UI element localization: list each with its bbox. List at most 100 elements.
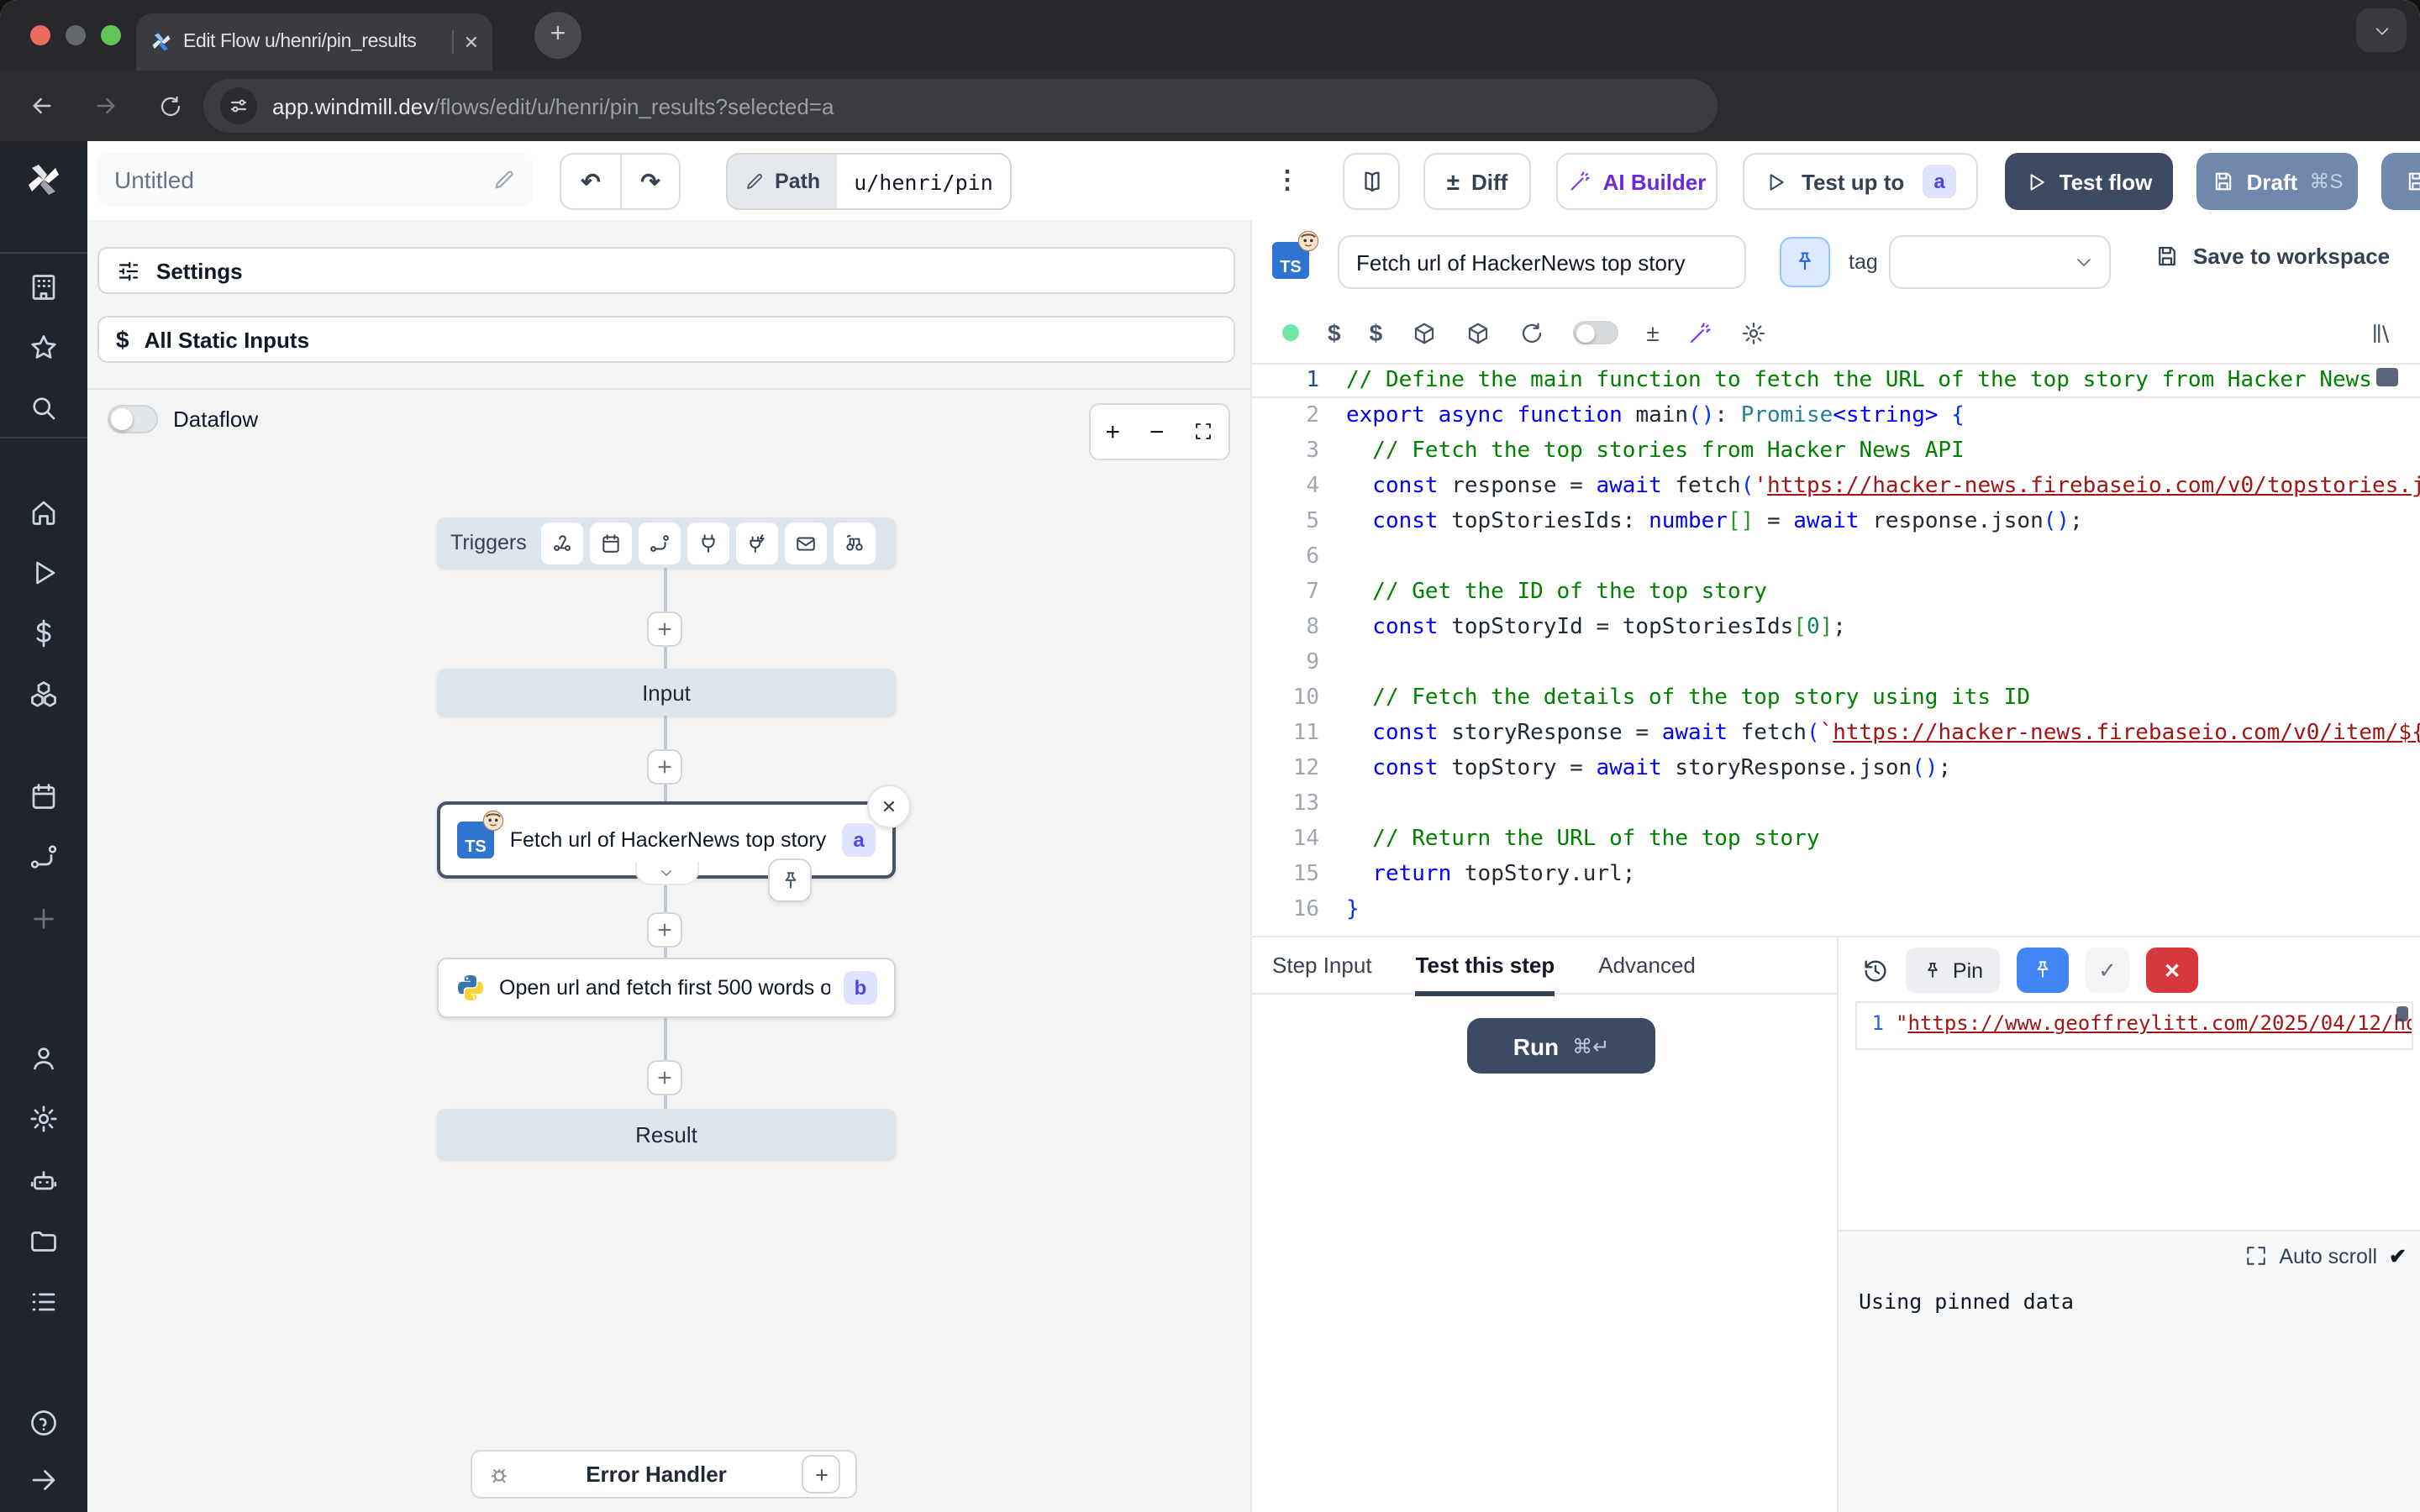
- sidebar-expand-button[interactable]: [0, 1455, 87, 1505]
- dataflow-toggle[interactable]: [108, 405, 158, 433]
- sidebar-item-variables[interactable]: [0, 608, 87, 659]
- run-button[interactable]: Run ⌘↵: [1467, 1018, 1655, 1074]
- sidebar-item-help[interactable]: [0, 1398, 87, 1448]
- tag-select[interactable]: [1889, 235, 2111, 289]
- error-handler-node[interactable]: Error Handler: [471, 1450, 857, 1499]
- all-static-inputs-bar[interactable]: $ All Static Inputs: [97, 316, 1235, 363]
- editor-toggle[interactable]: [1572, 321, 1618, 344]
- reload-button[interactable]: [1518, 320, 1544, 345]
- more-options-button[interactable]: ⋮: [1267, 156, 1307, 203]
- windmill-logo[interactable]: [0, 155, 87, 205]
- schedule-trigger-button[interactable]: [590, 522, 632, 564]
- auto-scroll-control[interactable]: Auto scroll ✔: [2245, 1243, 2407, 1268]
- sidebar-item-home[interactable]: [0, 487, 87, 538]
- library-button[interactable]: [2370, 320, 2420, 345]
- tab-advanced[interactable]: Advanced: [1598, 937, 1696, 994]
- ai-assistant-button[interactable]: [1688, 320, 1713, 345]
- minimap-slider[interactable]: [2376, 368, 2398, 386]
- add-error-handler-button[interactable]: [802, 1455, 840, 1494]
- step-name-input[interactable]: Fetch url of HackerNews top story: [1338, 235, 1746, 289]
- add-step-button[interactable]: [647, 612, 682, 647]
- minimize-window-button[interactable]: [66, 25, 86, 45]
- sidebar-item-search[interactable]: [0, 383, 87, 433]
- diff-button[interactable]: ± Diff: [1423, 153, 1531, 210]
- reload-button[interactable]: [145, 81, 195, 131]
- draft-button[interactable]: Draft ⌘S: [2196, 153, 2358, 210]
- sidebar-item-create[interactable]: [0, 894, 87, 944]
- close-window-button[interactable]: [30, 25, 50, 45]
- sidebar-item-users[interactable]: [0, 1033, 87, 1084]
- tab-search-chevron-button[interactable]: [2356, 8, 2407, 52]
- resources-button[interactable]: $: [1370, 319, 1383, 346]
- new-tab-button[interactable]: +: [534, 12, 581, 59]
- site-info-button[interactable]: [220, 87, 257, 124]
- pinned-value-editor[interactable]: 1"https://www.geoffreylitt.com/2025/04/1…: [1855, 1001, 2413, 1050]
- tab-step-input[interactable]: Step Input: [1272, 937, 1372, 994]
- package-button[interactable]: [1465, 320, 1490, 345]
- email-trigger-button[interactable]: [785, 522, 827, 564]
- forward-button[interactable]: [81, 81, 131, 131]
- delete-step-button[interactable]: ✕: [867, 785, 911, 828]
- docs-button[interactable]: [1343, 153, 1400, 210]
- sidebar-item-workspace[interactable]: [0, 262, 87, 312]
- add-step-button[interactable]: [647, 912, 682, 948]
- save-icon: [2212, 170, 2235, 193]
- diff-mode-button[interactable]: ±: [1646, 319, 1659, 346]
- ai-builder-button[interactable]: AI Builder: [1556, 153, 1718, 210]
- history-button[interactable]: [1862, 957, 1889, 984]
- mail-icon: [795, 532, 817, 554]
- code-editor[interactable]: 1// Define the main function to fetch th…: [1252, 363, 2420, 934]
- accept-pin-button[interactable]: ✓: [2086, 948, 2129, 993]
- sidebar-item-logs[interactable]: [0, 1277, 87, 1327]
- graph-zoom-controls: + −: [1089, 403, 1230, 460]
- flow-name-field[interactable]: Untitled: [97, 153, 533, 207]
- pin-toggle-button[interactable]: Pin: [1906, 948, 2000, 993]
- back-button[interactable]: [17, 81, 67, 131]
- triggers-node[interactable]: Triggers: [437, 517, 896, 568]
- magic-wand-icon: [1688, 320, 1713, 345]
- path-chip[interactable]: Path u/henri/pin: [726, 153, 1012, 210]
- sidebar-item-schedules[interactable]: [0, 771, 87, 822]
- variables-button[interactable]: $: [1328, 319, 1341, 346]
- zoom-window-button[interactable]: [101, 25, 121, 45]
- settings-bar[interactable]: Settings: [97, 247, 1235, 294]
- test-up-to-button[interactable]: Test up to a: [1743, 153, 1978, 210]
- add-step-button[interactable]: [647, 1060, 682, 1095]
- package-button[interactable]: [1411, 320, 1436, 345]
- browser-tab[interactable]: Edit Flow u/henri/pin_results ✕: [136, 13, 492, 71]
- kafka-trigger-button[interactable]: [736, 522, 778, 564]
- undo-button[interactable]: ↶: [560, 153, 620, 210]
- address-bar[interactable]: app.windmill.dev/flows/edit/u/henri/pin_…: [203, 79, 1718, 133]
- zoom-out-button[interactable]: −: [1150, 417, 1165, 446]
- sidebar-item-folders[interactable]: [0, 1216, 87, 1267]
- pinned-active-button[interactable]: [2017, 948, 2069, 993]
- websocket-trigger-button[interactable]: [687, 522, 729, 564]
- redo-button[interactable]: ↷: [620, 153, 681, 210]
- tab-test-this-step[interactable]: Test this step: [1416, 937, 1555, 994]
- step-pin-button[interactable]: [768, 858, 812, 902]
- editor-settings-button[interactable]: [1742, 320, 1767, 345]
- result-node[interactable]: Result: [437, 1109, 896, 1159]
- test-flow-button[interactable]: Test flow: [2005, 153, 2173, 210]
- step-b-node[interactable]: Open url and fetch first 500 words of ..…: [437, 958, 896, 1018]
- step-a-node[interactable]: TS Fetch url of HackerNews top story a ✕: [437, 801, 896, 879]
- sidebar-item-settings[interactable]: [0, 1094, 87, 1144]
- pin-step-button[interactable]: [1780, 237, 1830, 287]
- input-node[interactable]: Input: [437, 669, 896, 716]
- sidebar-item-flows[interactable]: [0, 832, 87, 882]
- add-step-button[interactable]: [647, 749, 682, 785]
- sidebar-item-runs[interactable]: [0, 548, 87, 598]
- fullscreen-icon[interactable]: [1193, 422, 1213, 442]
- deploy-button[interactable]: Deploy: [2381, 153, 2420, 210]
- remove-pin-button[interactable]: ✕: [2146, 948, 2198, 993]
- zoom-in-button[interactable]: +: [1105, 417, 1120, 446]
- webhook-trigger-button[interactable]: [541, 522, 583, 564]
- route-trigger-button[interactable]: [639, 522, 681, 564]
- sidebar-item-favorites[interactable]: [0, 323, 87, 373]
- sidebar-item-workers[interactable]: [0, 1156, 87, 1206]
- save-to-workspace-button[interactable]: Save to workspace: [2154, 244, 2390, 269]
- tab-close-icon[interactable]: ✕: [464, 31, 479, 53]
- sidebar-item-resources[interactable]: [0, 669, 87, 719]
- poll-trigger-button[interactable]: [834, 522, 876, 564]
- expand-step-button[interactable]: [634, 862, 698, 885]
